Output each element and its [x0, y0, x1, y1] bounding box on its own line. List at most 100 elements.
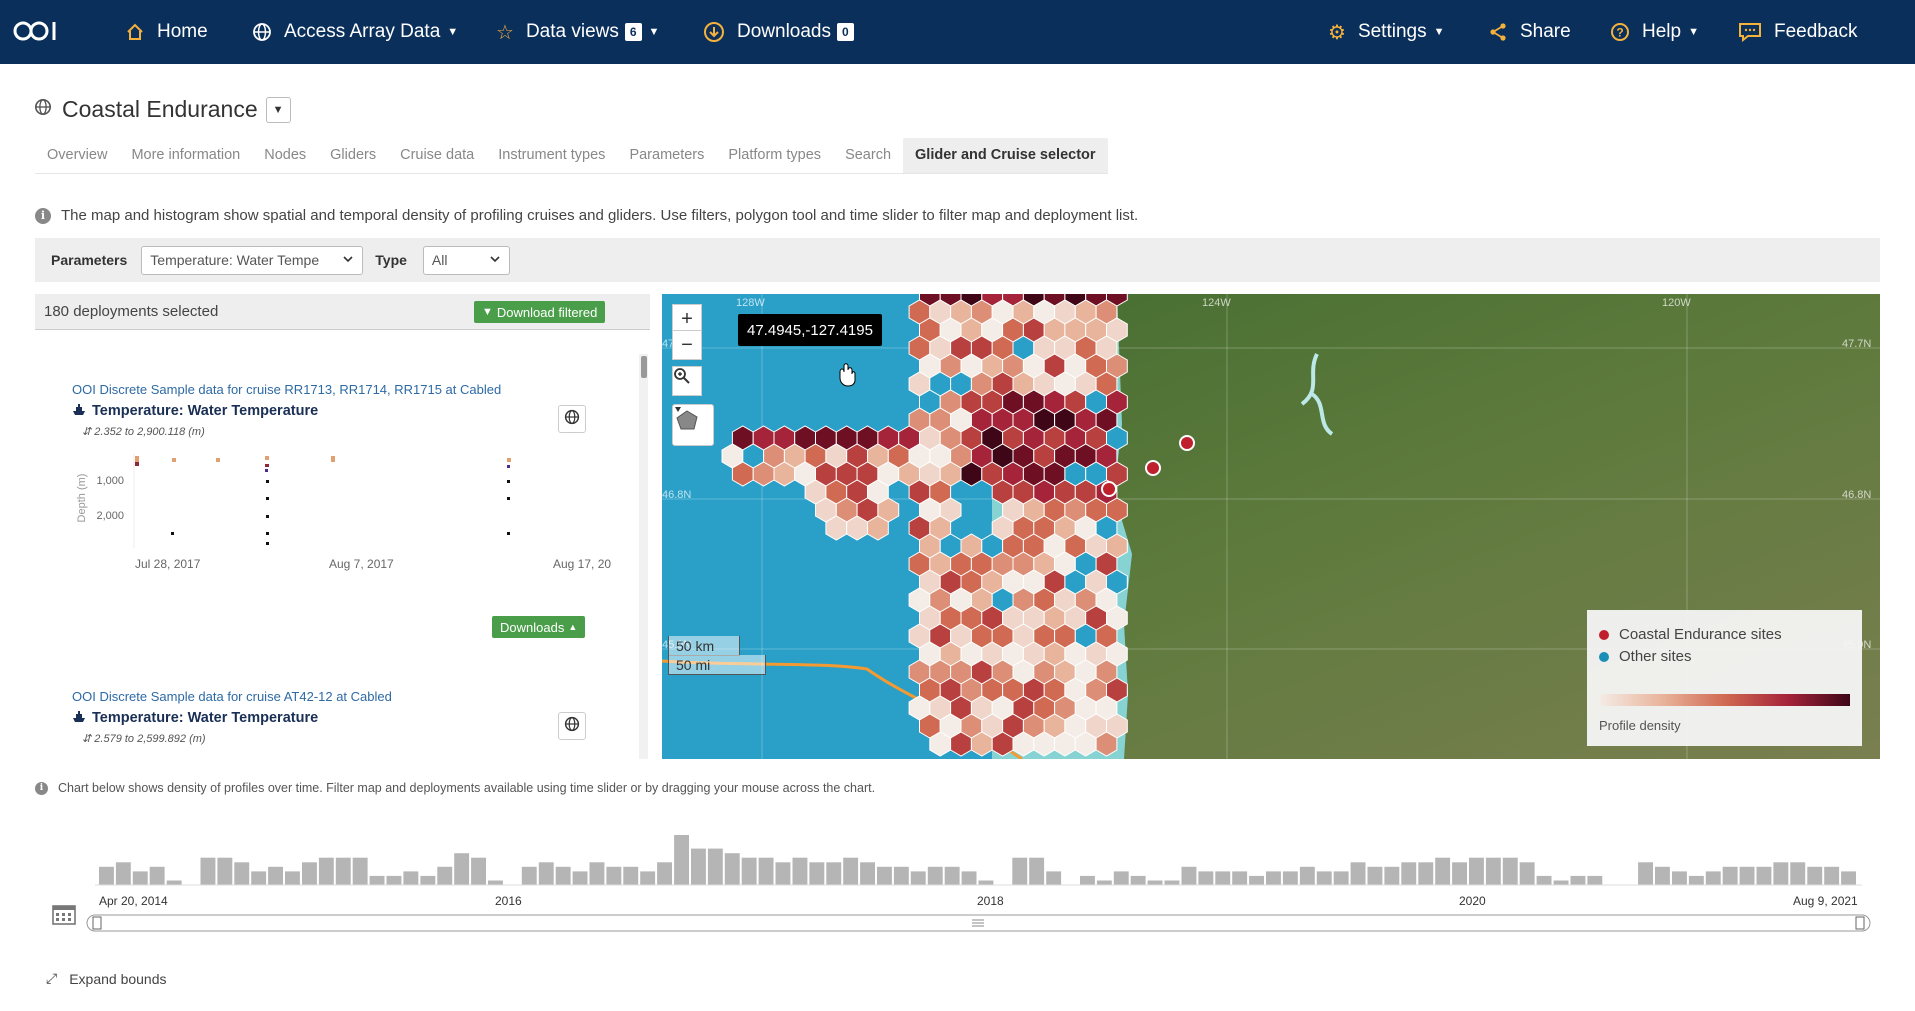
histogram-info: i Chart below shows density of profiles … [35, 781, 875, 795]
histogram-bar [741, 857, 757, 885]
parameters-select[interactable]: Temperature: Water Tempe [141, 245, 364, 275]
nav-settings[interactable]: ⚙ Settings ▼ [1328, 0, 1444, 64]
histogram-bar [1046, 871, 1062, 885]
list-scrollbar[interactable] [639, 354, 648, 759]
zoom-out-button[interactable]: − [672, 330, 702, 360]
deployment-card-title[interactable]: OOI Discrete Sample data for cruise AT42… [72, 689, 392, 704]
coastal-site-marker[interactable] [1101, 481, 1117, 497]
nav-data-views[interactable]: ☆ Data views 6 ▼ [496, 0, 659, 64]
histogram-bar [1181, 866, 1197, 885]
expand-bounds-label: Expand bounds [69, 970, 167, 987]
histogram-bar [1739, 866, 1755, 885]
deployment-card-parameter: Temperature: Water Temperature [72, 709, 318, 726]
time-slider-left-handle[interactable] [92, 916, 102, 930]
deployment-card-title[interactable]: OOI Discrete Sample data for cruise RR17… [72, 382, 501, 397]
histogram-bar [1655, 866, 1670, 885]
scatter-point [266, 532, 269, 535]
page-title-text: Coastal Endurance [62, 96, 258, 122]
parameters-label: Parameters [51, 252, 128, 268]
histogram-bar [1316, 871, 1332, 885]
show-on-map-button[interactable] [558, 405, 586, 433]
nav-access-array-data[interactable]: Access Array Data ▼ [252, 0, 458, 64]
histogram-bar [1333, 871, 1349, 885]
tab-instrument-types[interactable]: Instrument types [486, 138, 617, 173]
nav-share[interactable]: Share [1488, 0, 1571, 64]
depth-time-scatter[interactable]: Depth (m) 1,000 2,000 Jul 28, 2017 Aug 7… [35, 444, 635, 584]
list-scrollbar-thumb[interactable] [641, 356, 647, 378]
density-map[interactable]: 128W 124W 120W 47.7N 46.8N 45.9N 47 46.8… [662, 294, 1880, 759]
calendar-icon[interactable] [52, 903, 76, 925]
range-start-label: Apr 20, 2014 [99, 894, 168, 908]
tab-nodes[interactable]: Nodes [252, 138, 318, 173]
tab-more-information[interactable]: More information [119, 138, 252, 173]
histogram-bar [1282, 871, 1298, 885]
scatter-point [266, 542, 269, 545]
tab-glider-cruise-selector[interactable]: Glider and Cruise selector [903, 138, 1108, 173]
chevron-down-icon: ▼ [1688, 26, 1699, 38]
tab-platform-types[interactable]: Platform types [716, 138, 833, 173]
nav-home[interactable]: Home [125, 0, 208, 64]
histogram-bar [318, 857, 334, 885]
coastal-site-marker[interactable] [1145, 460, 1161, 476]
histogram-bar [1232, 871, 1248, 885]
histogram-bar [234, 862, 250, 885]
histogram-bar [1587, 875, 1603, 885]
density-gradient [1599, 694, 1850, 706]
histogram-bar [1452, 862, 1467, 885]
nav-help[interactable]: ? Help ▼ [1610, 0, 1699, 64]
type-select[interactable]: All [422, 245, 510, 275]
type-select-value: All [431, 252, 448, 268]
y-axis-label: Depth (m) [76, 474, 88, 523]
tab-parameters[interactable]: Parameters [617, 138, 716, 173]
scatter-point [507, 465, 510, 468]
scatter-point [265, 456, 269, 460]
nav-help-label: Help [1642, 21, 1682, 42]
deployment-card-parameter: Temperature: Water Temperature [72, 402, 318, 419]
histogram-bar [369, 875, 385, 885]
histogram-bar [1722, 866, 1738, 885]
scatter-point [172, 458, 176, 462]
histogram-bar [1672, 871, 1687, 885]
show-on-map-button[interactable] [558, 712, 586, 740]
histogram-bar [471, 857, 486, 885]
nav-feedback[interactable]: Feedback [1738, 0, 1857, 64]
coastal-dot-icon [1599, 629, 1609, 640]
histogram-bar [1266, 871, 1281, 885]
nav-downloads[interactable]: Downloads 0 [703, 0, 854, 64]
parameter-name: Temperature: Water Temperature [92, 709, 319, 726]
histogram-bar [1824, 866, 1840, 885]
ooi-logo[interactable] [12, 14, 64, 48]
histogram-bar [877, 866, 892, 885]
zoom-box-button[interactable] [672, 366, 702, 396]
parameters-select-value: Temperature: Water Tempe [150, 252, 320, 268]
scatter-point [265, 469, 268, 472]
tab-overview[interactable]: Overview [35, 138, 119, 173]
scatter-point [216, 458, 220, 462]
x-tick: Jul 28, 2017 [135, 557, 201, 571]
polygon-tool-button[interactable] [672, 404, 714, 446]
histogram-bar [927, 866, 943, 885]
download-filtered-button[interactable]: ▼ Download filtered [474, 301, 606, 323]
expand-bounds-button[interactable]: ⤢ Expand bounds [46, 970, 167, 987]
tab-cruise-data[interactable]: Cruise data [388, 138, 486, 173]
profile-density-histogram[interactable]: Apr 20, 2014 2016 2018 2020 Aug 9, 2021 [0, 815, 1915, 965]
histogram-bar [302, 862, 317, 885]
histogram-bar [1553, 880, 1569, 885]
scatter-point [507, 458, 511, 462]
histogram-bar [1249, 875, 1264, 885]
depth-range: ⇵ 2.352 to 2,900.118 (m) [82, 425, 205, 438]
tab-gliders[interactable]: Gliders [318, 138, 388, 173]
tab-search[interactable]: Search [833, 138, 903, 173]
scale-bar-mi: 50 mi [668, 655, 766, 675]
histogram-bar [910, 871, 926, 885]
histogram-bar [1164, 880, 1180, 885]
site-dropdown-button[interactable]: ▼ [265, 96, 291, 123]
downloads-button[interactable]: Downloads ▲ [492, 616, 586, 638]
tab-bar: Overview More information Nodes Gliders … [35, 138, 1108, 174]
coastal-site-marker[interactable] [1179, 435, 1195, 451]
histogram-bar [352, 857, 368, 885]
chat-icon [1738, 22, 1762, 42]
globe-icon [34, 98, 52, 121]
histogram-bar [758, 857, 774, 885]
time-slider-right-handle[interactable] [1855, 916, 1865, 930]
